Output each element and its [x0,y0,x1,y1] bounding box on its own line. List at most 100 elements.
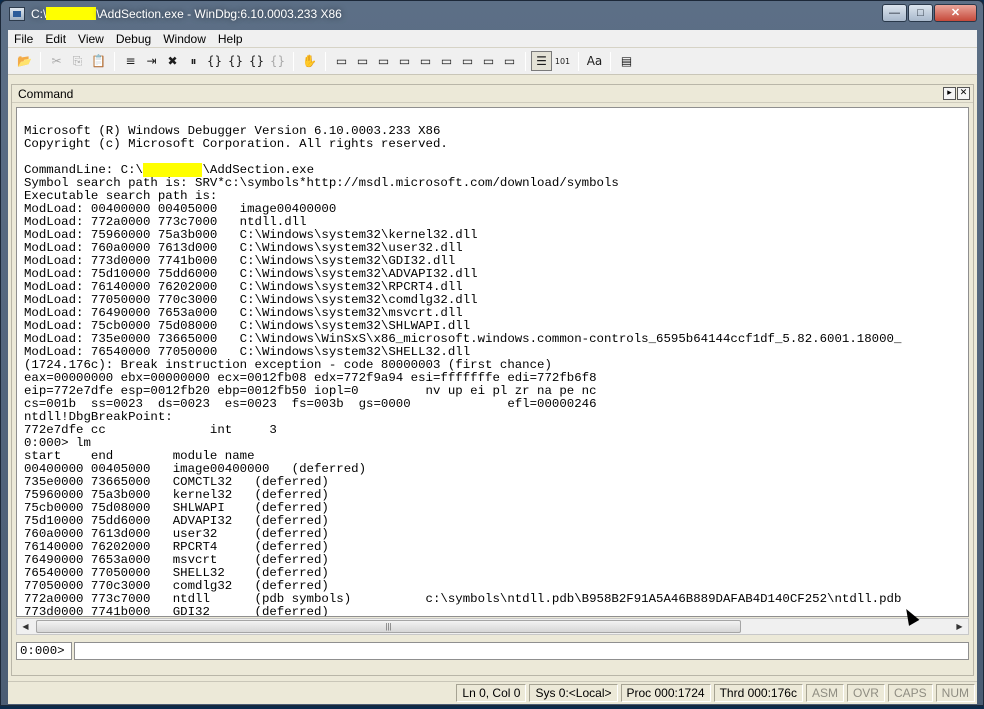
command-output[interactable]: Microsoft (R) Windows Debugger Version 6… [16,107,969,617]
minimize-button[interactable]: — [882,4,907,22]
window-title: C:\ \AddSection.exe - WinDbg:6.10.0003.23… [31,7,342,21]
toolbar-separator [610,51,611,71]
step-into-icon[interactable]: {} [204,51,225,71]
output-line: ModLoad: 772a0000 773c7000 ntdll.dll [24,215,307,229]
status-caps: CAPS [887,683,933,702]
output-line: eip=772e7dfe esp=0012fb20 ebp=0012fb50 i… [24,384,597,398]
toolbar-separator [293,51,294,71]
restart-icon[interactable]: ⇥ [141,51,162,71]
watch-window-icon[interactable]: ▭ [352,51,373,71]
status-thrd: Thrd 000:176c [713,683,803,702]
output-line: 76140000 76202000 RPCRT4 (deferred) [24,540,329,554]
open-icon[interactable]: 📂 [14,51,35,71]
font-icon[interactable]: Aa [584,51,605,71]
scratch-pad-icon[interactable]: ▭ [478,51,499,71]
maximize-button[interactable]: □ [908,4,933,22]
status-ln-col: Ln 0, Col 0 [456,683,527,702]
output-line: 75960000 75a3b000 kernel32 (deferred) [24,488,329,502]
options-icon[interactable]: ▤ [616,51,637,71]
client-area: File Edit View Debug Window Help 📂 ✂ ⎘ 📋 ≡ ⇥ ✖… [8,30,977,704]
status-ovr: OVR [846,683,885,702]
close-pane-icon[interactable]: ✕ [957,87,970,100]
menu-bar: File Edit View Debug Window Help [8,30,977,48]
copy-icon[interactable]: ⎘ [67,51,88,71]
command-window-buttons: ▸ ✕ [942,87,970,100]
output-line: ModLoad: 75d10000 75dd6000 C:\Windows\sy… [24,267,478,281]
output-line: 0:000> lm [24,436,91,450]
source-mode-icon[interactable]: ☰ [531,51,552,71]
output-line: ModLoad: 75cb0000 75d08000 C:\Windows\sy… [24,319,471,333]
memory-window-icon[interactable]: ▭ [415,51,436,71]
scroll-left-icon[interactable]: ◀ [17,619,34,634]
command-window-title: Command [18,86,74,101]
toolbar-separator [525,51,526,71]
registers-window-icon[interactable]: ▭ [394,51,415,71]
menu-window[interactable]: Window [157,32,212,46]
windbg-window: C:\ \AddSection.exe - WinDbg:6.10.0003.23… [0,0,984,706]
menu-edit[interactable]: Edit [39,32,72,46]
run-to-cursor-icon[interactable]: {} [267,51,288,71]
status-sys: Sys 0:<Local> [529,683,618,702]
menu-file[interactable]: File [8,32,39,46]
command-output-text: Microsoft (R) Windows Debugger Version 6… [17,108,968,617]
break-icon[interactable]: ⏸ [183,51,204,71]
output-line: Symbol search path is: SRV*c:\symbols*ht… [24,176,619,190]
dock-menu-icon[interactable]: ▸ [943,87,956,100]
horizontal-scrollbar[interactable]: ◀ ||| ▶ [16,618,969,635]
title-bar[interactable]: C:\ \AddSection.exe - WinDbg:6.10.0003.23… [1,1,983,27]
output-line: 760a0000 7613d000 user32 (deferred) [24,527,329,541]
output-line: ModLoad: 773d0000 7741b000 C:\Windows\sy… [24,254,456,268]
output-line: eax=00000000 ebx=00000000 ecx=0012fb08 e… [24,371,597,385]
scroll-right-icon[interactable]: ▶ [951,619,968,634]
output-line: 76490000 7653a000 msvcrt (deferred) [24,553,329,567]
menu-debug[interactable]: Debug [110,32,157,46]
menu-view[interactable]: View [72,32,110,46]
redacted-path-block [46,7,97,20]
toolbar-separator [325,51,326,71]
output-line: 00400000 00405000 image00400000 (deferre… [24,462,367,476]
redacted-path-block [142,163,203,177]
hex-mode-icon[interactable]: 101 [552,51,573,71]
command-input[interactable] [74,642,969,660]
close-button[interactable]: ✕ [934,4,977,22]
output-line: ModLoad: 76140000 76202000 C:\Windows\sy… [24,280,463,294]
output-line: ModLoad: 75960000 75a3b000 C:\Windows\sy… [24,228,478,242]
paste-icon[interactable]: 📋 [88,51,109,71]
output-line: CommandLine: C:\ \AddSection.exe [24,163,315,177]
status-num: NUM [935,683,975,702]
command-window-icon[interactable]: ▭ [331,51,352,71]
output-line: 773d0000 7741b000 GDI32 (deferred) [24,605,329,617]
stop-debugging-icon[interactable]: ✖ [162,51,183,71]
status-bar: Ln 0, Col 0 Sys 0:<Local> Proc 000:1724 … [8,681,977,703]
menu-help[interactable]: Help [212,32,249,46]
processes-threads-icon[interactable]: ▭ [499,51,520,71]
toolbar-separator [578,51,579,71]
output-line: ModLoad: 76490000 7653a000 C:\Windows\sy… [24,306,463,320]
output-line: ModLoad: 00400000 00405000 image00400000 [24,202,337,216]
output-line: start end module name [24,449,255,463]
output-line: ModLoad: 735e0000 73665000 C:\Windows\Wi… [24,332,902,346]
command-window: Command ▸ ✕ Microsoft (R) Windows Debugg… [11,84,974,676]
hand-icon[interactable]: ✋ [299,51,320,71]
step-out-icon[interactable]: {} [246,51,267,71]
command-window-titlebar[interactable]: Command ▸ ✕ [12,85,973,103]
output-line: cs=001b ss=0023 ds=0023 es=0023 fs=003b … [24,397,597,411]
scroll-thumb[interactable]: ||| [36,620,741,633]
command-prompt: 0:000> [16,642,72,660]
call-stack-icon[interactable]: ▭ [436,51,457,71]
output-line: ntdll!DbgBreakPoint: [24,410,173,424]
output-line: 77050000 770c3000 comdlg32 (deferred) [24,579,329,593]
step-over-icon[interactable]: {} [225,51,246,71]
go-icon[interactable]: ≡ [120,51,141,71]
locals-window-icon[interactable]: ▭ [373,51,394,71]
disassembly-icon[interactable]: ▭ [457,51,478,71]
output-line: ModLoad: 77050000 770c3000 C:\Windows\sy… [24,293,478,307]
caption-buttons: — □ ✕ [881,4,977,22]
output-line: Executable search path is: [24,189,218,203]
windbg-app-icon[interactable] [9,7,25,21]
output-line: ModLoad: 76540000 77050000 C:\Windows\sy… [24,345,471,359]
toolbar-separator [114,51,115,71]
cut-icon[interactable]: ✂ [46,51,67,71]
toolbar-separator [40,51,41,71]
scroll-track[interactable]: ||| [34,619,951,634]
